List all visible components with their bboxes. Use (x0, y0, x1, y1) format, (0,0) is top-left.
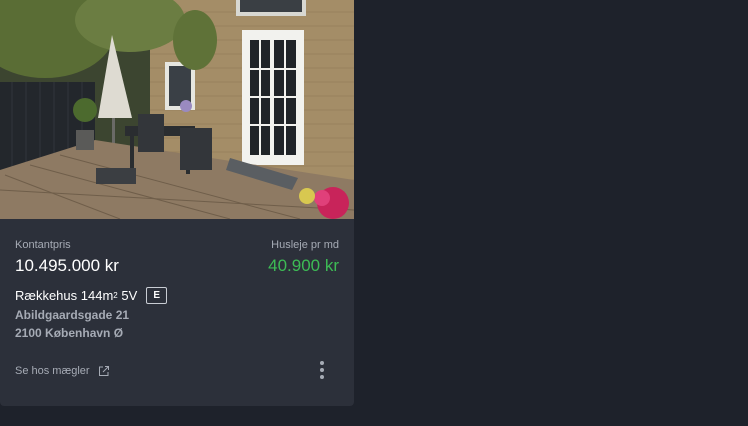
rent-label: Husleje pr md (271, 239, 339, 251)
broker-link-label: Se hos mægler (15, 365, 90, 377)
listing-card[interactable]: Kontantpris 10.495.000 kr Husleje pr md … (0, 0, 354, 406)
rooms-count: 5V (121, 288, 138, 303)
listing-info: Kontantpris 10.495.000 kr Husleje pr md … (15, 219, 339, 406)
broker-link[interactable]: Se hos mægler (15, 365, 110, 377)
property-type: Rækkehus 144m 2 5V E (15, 287, 168, 304)
address-street: Abildgaardsgade 21 (15, 308, 130, 322)
property-type-area: Rækkehus 144m (15, 288, 114, 303)
listing-photo[interactable] (0, 0, 354, 219)
rent-value: 40.900 kr (268, 256, 339, 275)
external-link-icon (98, 366, 109, 376)
more-vertical-icon[interactable] (317, 361, 327, 383)
price-label: Kontantpris (15, 239, 71, 251)
price-value: 10.495.000 kr (15, 256, 119, 275)
address-city: 2100 København Ø (15, 326, 124, 340)
energy-label-badge: E (146, 287, 168, 304)
